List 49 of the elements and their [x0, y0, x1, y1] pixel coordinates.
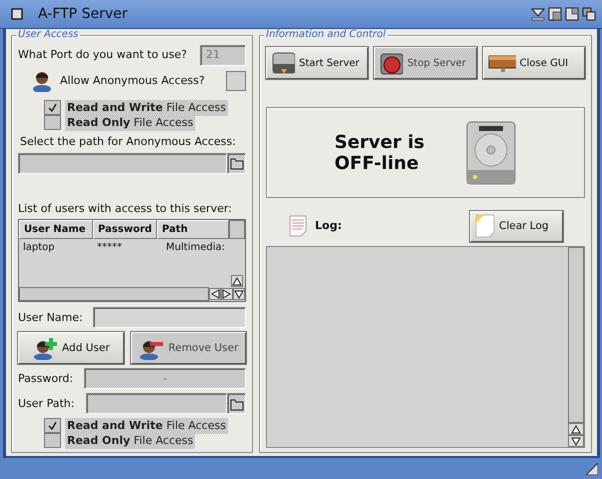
anonymous-checkbox[interactable]: [226, 70, 246, 91]
button[interactable]: Close GUI: [482, 47, 585, 80]
person-icon: [32, 70, 52, 92]
scroll-down-button[interactable]: [233, 288, 245, 300]
note-icon: [475, 214, 495, 238]
column-header[interactable]: Password: [93, 220, 157, 240]
restore-icon[interactable]: [548, 7, 562, 22]
field-label: What Port do you want to use?: [18, 47, 188, 64]
field-label: User Path:: [18, 396, 76, 412]
folder-icon: [230, 396, 244, 411]
scroll-left-button[interactable]: [209, 288, 221, 300]
resize-handle-icon[interactable]: [586, 463, 598, 475]
field-label: Password:: [18, 370, 74, 387]
minimize-icon[interactable]: [531, 7, 545, 22]
folder-button[interactable]: [227, 393, 246, 414]
window-title: A-FTP Server: [38, 4, 128, 24]
folder-button[interactable]: [227, 152, 246, 174]
drive-icon: [271, 50, 295, 76]
scroll-up-button[interactable]: [231, 275, 243, 288]
status-text: Server is OFF-line: [334, 132, 425, 174]
checkbox-label: Read and Write File Access: [65, 418, 228, 434]
field-label: User Name:: [18, 310, 84, 326]
field-label: Allow Anonymous Access?: [60, 72, 206, 89]
folder-icon: [230, 156, 244, 170]
user-name-field[interactable]: [93, 307, 246, 328]
scroll-right-button[interactable]: [221, 288, 233, 300]
button[interactable]: Add User: [18, 332, 124, 364]
depth-icon[interactable]: [582, 7, 596, 22]
document-icon: [289, 215, 307, 238]
check-icon: [48, 421, 57, 430]
column-header[interactable]: Path: [157, 220, 229, 240]
button[interactable]: Start Server: [266, 47, 368, 80]
hard-drive-icon: [464, 120, 517, 186]
person-add-icon: [32, 336, 58, 360]
table-cell-text: laptop: [22, 240, 56, 255]
table-cell-text: *****: [96, 240, 123, 255]
check-icon: [48, 103, 57, 112]
column-header[interactable]: User Name: [19, 220, 93, 240]
checkbox-label: Read Only File Access: [65, 114, 196, 132]
checkbox-label: Read and Write File Access: [65, 100, 228, 116]
log-label: Log:: [315, 218, 343, 234]
checkbox-label: Read Only File Access: [65, 432, 196, 450]
close-icon[interactable]: [10, 7, 24, 22]
field-label: List of users with access to this server:: [18, 200, 233, 217]
table-cell-text: Multimedia:: [165, 240, 226, 255]
field-label: Select the path for Anonymous Access:: [20, 134, 237, 150]
clear-log-button[interactable]: Clear Log: [470, 210, 563, 242]
maximize-icon[interactable]: [565, 7, 579, 22]
scroll-up-button[interactable]: [568, 423, 584, 436]
